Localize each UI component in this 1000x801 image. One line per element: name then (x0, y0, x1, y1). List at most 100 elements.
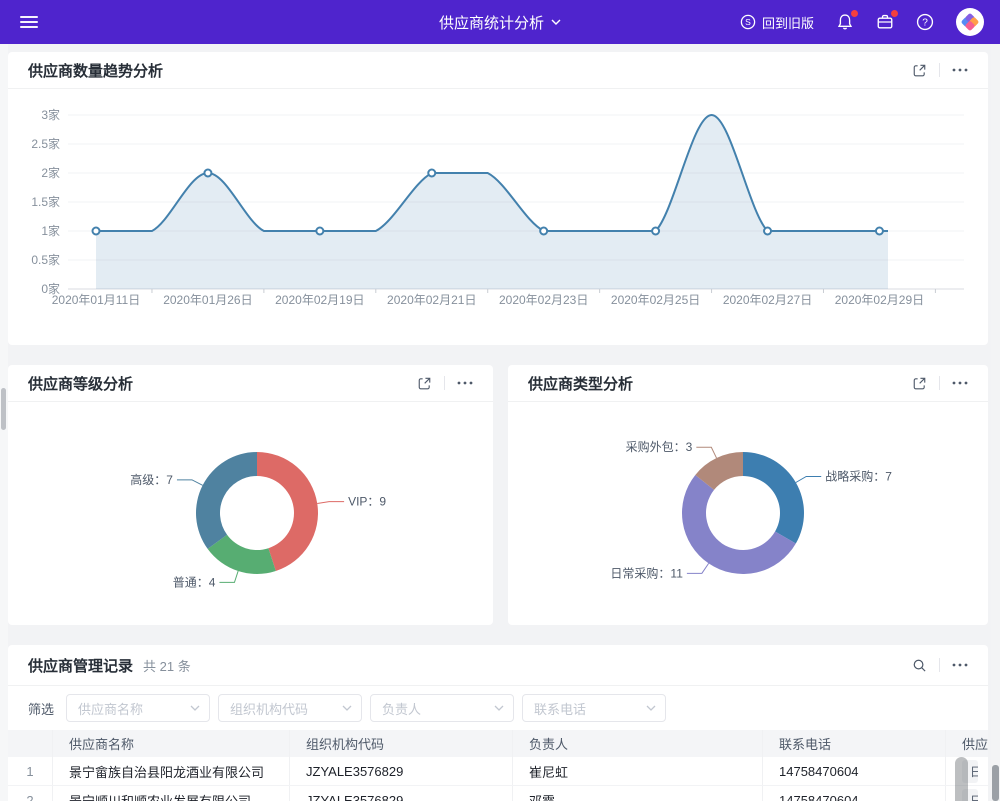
chevron-down-icon (646, 705, 656, 711)
svg-text:2020年01月26日: 2020年01月26日 (163, 293, 252, 307)
svg-text:2020年02月21日: 2020年02月21日 (387, 293, 476, 307)
cell-supplier-name: 景宁顺川和顺农业发展有限公司 (53, 786, 290, 801)
table-row[interactable]: 2 景宁顺川和顺农业发展有限公司 JZYALE3576829 邓霞 147584… (8, 786, 988, 801)
filter-select-supplier-name[interactable]: 供应商名称 (66, 694, 210, 722)
type-card: 供应商类型分析 战略采购：7 日常采购：11 采购外包：3 (508, 365, 988, 625)
svg-text:VIP：9: VIP：9 (348, 495, 386, 509)
table-scrollbar-thumb[interactable] (955, 757, 968, 801)
svg-text:高级：7: 高级：7 (130, 472, 173, 487)
back-to-old-version-label: 回到旧版 (762, 13, 814, 32)
col-phone: 联系电话 (763, 730, 946, 757)
expand-icon[interactable] (912, 63, 927, 78)
chevron-down-icon (494, 705, 504, 711)
more-icon[interactable] (457, 381, 473, 385)
row-index: 2 (8, 786, 53, 801)
cell-org-code: JZYALE3576829 (290, 786, 513, 801)
left-scrollbar[interactable] (0, 44, 8, 801)
chevron-down-icon (190, 705, 200, 711)
svg-text:采购外包：3: 采购外包：3 (626, 439, 693, 454)
col-person: 负责人 (513, 730, 763, 757)
svg-text:1.5家: 1.5家 (31, 194, 60, 209)
col-index (8, 730, 53, 757)
search-icon[interactable] (912, 658, 927, 673)
chevron-down-icon (551, 19, 561, 25)
svg-text:2.5家: 2.5家 (31, 136, 60, 151)
card-title: 供应商数量趋势分析 (28, 60, 163, 81)
svg-text:3家: 3家 (41, 107, 60, 122)
filter-row: 筛选 供应商名称 组织机构代码 负责人 联系电话 (8, 686, 988, 730)
divider (939, 63, 940, 77)
svg-text:?: ? (922, 18, 928, 29)
svg-text:日常采购：11: 日常采购：11 (610, 565, 683, 580)
trend-card: 供应商数量趋势分析 0家0.5家1家1.5家2家2.5家3家2020年01月11… (8, 52, 988, 345)
svg-text:2020年02月19日: 2020年02月19日 (275, 293, 364, 307)
divider (939, 658, 940, 672)
type-donut-chart: 战略采购：7 日常采购：11 采购外包：3 (508, 402, 988, 624)
page-scrollbar-thumb[interactable] (992, 765, 999, 801)
page-title: 供应商统计分析 (439, 12, 544, 33)
page-title-dropdown[interactable]: 供应商统计分析 (439, 12, 561, 33)
divider (444, 376, 445, 390)
avatar[interactable] (956, 8, 984, 36)
svg-text:2020年02月29日: 2020年02月29日 (835, 293, 924, 307)
trend-chart: 0家0.5家1家1.5家2家2.5家3家2020年01月11日2020年01月2… (8, 89, 988, 345)
card-title: 供应商等级分析 (28, 373, 133, 394)
cell-phone: 14758470604 (763, 786, 946, 801)
cell-org-code: JZYALE3576829 (290, 757, 513, 785)
cell-person: 邓霞 (513, 786, 763, 801)
more-icon[interactable] (952, 381, 968, 385)
filter-select-org-code[interactable]: 组织机构代码 (218, 694, 362, 722)
col-supplier-name: 供应商名称 (53, 730, 290, 757)
card-title: 供应商类型分析 (528, 373, 633, 394)
left-scrollbar-thumb[interactable] (1, 388, 6, 430)
table-row[interactable]: 1 景宁畲族自治县阳龙酒业有限公司 JZYALE3576829 崔尼虹 1475… (8, 757, 988, 786)
help-icon: ? (916, 13, 934, 31)
avatar-logo-icon (958, 10, 982, 34)
page-scrollbar[interactable] (991, 44, 1000, 801)
workbench-button[interactable] (876, 13, 894, 31)
svg-text:2020年02月23日: 2020年02月23日 (499, 293, 588, 307)
cell-person: 崔尼虹 (513, 757, 763, 785)
filter-select-person[interactable]: 负责人 (370, 694, 514, 722)
more-icon[interactable] (952, 663, 968, 667)
expand-icon[interactable] (417, 376, 432, 391)
svg-text:2020年02月25日: 2020年02月25日 (611, 293, 700, 307)
cell-supplier-name: 景宁畲族自治县阳龙酒业有限公司 (53, 757, 290, 785)
records-card-header: 供应商管理记录 共 21 条 (8, 645, 988, 686)
notifications-button[interactable] (836, 13, 854, 31)
level-donut-chart: VIP：9 普通：4 高级：7 (8, 402, 493, 624)
col-supplier-type: 供应 (946, 730, 988, 757)
col-org-code: 组织机构代码 (290, 730, 513, 757)
level-card-header: 供应商等级分析 (8, 365, 493, 402)
card-title: 供应商管理记录 (28, 655, 133, 676)
header-actions: S 回到旧版 ? (740, 8, 984, 36)
chevron-down-icon (342, 705, 352, 711)
expand-icon[interactable] (912, 376, 927, 391)
filter-select-phone[interactable]: 联系电话 (522, 694, 666, 722)
menu-icon[interactable] (20, 13, 38, 31)
old-version-icon: S (740, 14, 756, 30)
cell-phone: 14758470604 (763, 757, 946, 785)
notification-badge (851, 10, 858, 17)
back-to-old-version-button[interactable]: S 回到旧版 (740, 13, 814, 32)
svg-text:2020年02月27日: 2020年02月27日 (723, 293, 812, 307)
svg-text:2020年01月11日: 2020年01月11日 (52, 293, 141, 307)
help-button[interactable]: ? (916, 13, 934, 31)
svg-text:战略采购：7: 战略采购：7 (825, 469, 892, 484)
app-header: 供应商统计分析 S 回到旧版 (0, 0, 1000, 44)
filter-label: 筛选 (28, 699, 54, 718)
records-count: 共 21 条 (143, 656, 191, 675)
records-card: 供应商管理记录 共 21 条 筛选 供应商名称 组织机构代码 负责人 联系电话 (8, 645, 988, 801)
svg-text:1家: 1家 (41, 223, 60, 238)
more-icon[interactable] (952, 68, 968, 72)
svg-text:S: S (745, 17, 751, 27)
trend-card-header: 供应商数量趋势分析 (8, 52, 988, 89)
row-index: 1 (8, 757, 53, 785)
divider (939, 376, 940, 390)
svg-text:0.5家: 0.5家 (31, 252, 60, 267)
level-card: 供应商等级分析 VIP：9 普通：4 高级：7 (8, 365, 493, 625)
svg-text:2家: 2家 (41, 165, 60, 180)
type-card-header: 供应商类型分析 (508, 365, 988, 402)
workbench-badge (891, 10, 898, 17)
svg-text:普通：4: 普通：4 (173, 575, 216, 589)
